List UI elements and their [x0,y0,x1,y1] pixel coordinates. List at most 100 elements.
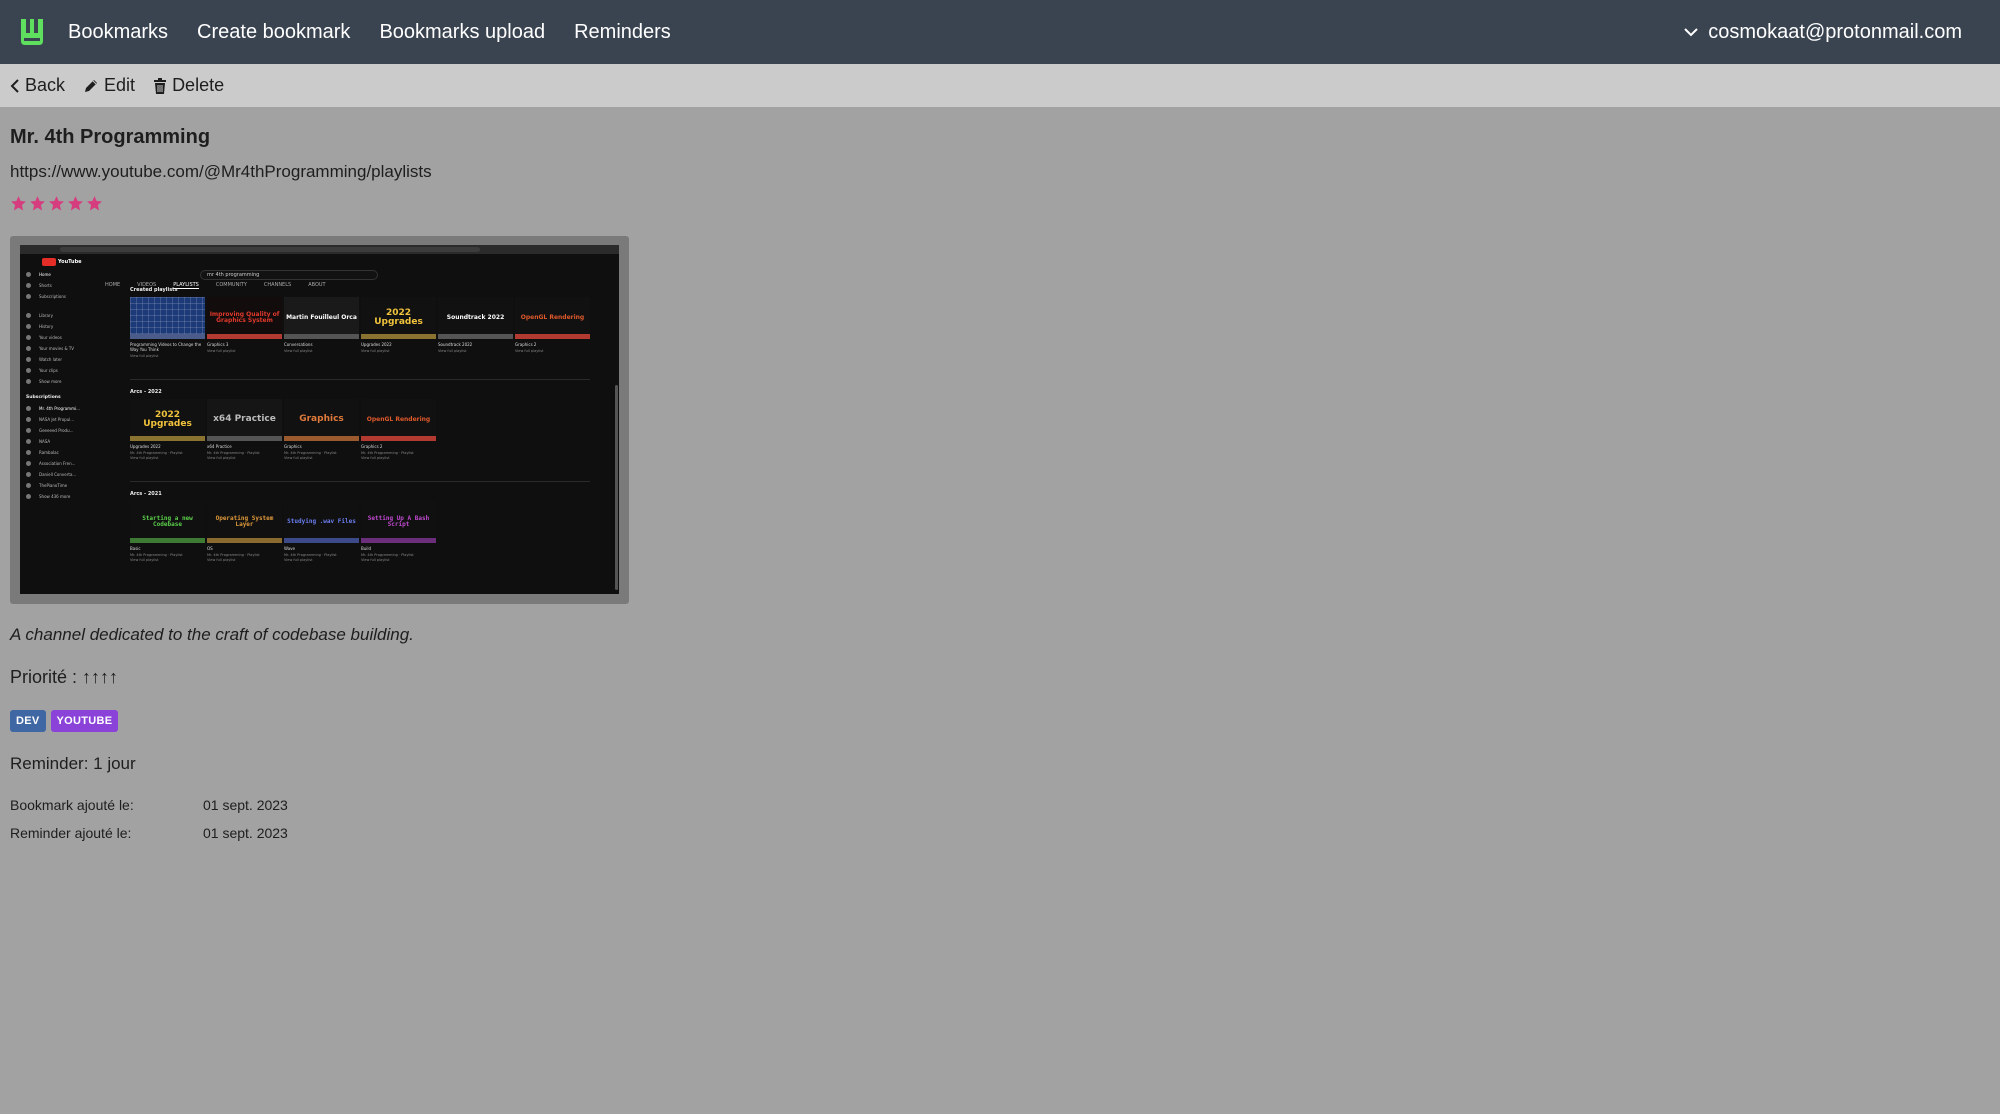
top-navbar: Bookmarks Create bookmark Bookmarks uplo… [0,0,2000,64]
yt-playlist-title: Graphics 2 [515,342,537,347]
yt-playlist-view-full: View full playlist [207,456,236,460]
nav-reminders[interactable]: Reminders [574,21,671,44]
yt-thumb-text: 2022 Upgrades [374,307,423,327]
yt-sidebar-item: Subscriptions [26,291,96,302]
yt-playlist-thumb: OpenGL Rendering [361,399,436,441]
star-icon [11,196,26,211]
yt-thumb-text: Martin Fouilleul Orca [286,313,357,321]
yt-sidebar-item: NASA Jet Propul... [26,414,96,425]
youtube-logo-text: YouTube [58,259,82,265]
yt-playlist-sub: View full playlist [130,354,159,358]
meta-key: Reminder ajouté le: [10,825,132,841]
screenshot-image: YouTube mr 4th programming HOME VIDEOS PLA… [20,245,619,594]
action-toolbar: Back Edit Delete [0,64,2000,107]
yt-playlist-view-full: View full playlist [284,456,313,460]
yt-thumb-text: Improving Quality of Graphics System [209,310,280,324]
yt-playlist-view-full: View full playlist [130,456,159,460]
bookmark-screenshot[interactable]: YouTube mr 4th programming HOME VIDEOS PLA… [10,236,629,604]
bookmark-url[interactable]: https://www.youtube.com/@Mr4thProgrammin… [10,162,432,182]
yt-playlist-thumb: x64 Practice [207,399,282,441]
yt-playlist-thumb: 2022 Upgrades [361,297,436,339]
star-icon [49,196,64,211]
yt-playlist-view-full: View full playlist [207,558,236,562]
yt-playlist-thumb: Studying .wav Files [284,501,359,543]
delete-label: Delete [172,75,225,95]
yt-sidebar-item: Home [26,269,96,280]
back-label: Back [25,75,66,95]
meta-reminder-added: Reminder ajouté le: 01 sept. 2023 [10,825,288,841]
yt-playlist-title: Build [361,546,372,551]
nav-bookmarks[interactable]: Bookmarks [68,21,168,44]
yt-playlist-sub: Mr. 4th Programming · Playlist [284,553,337,557]
edit-button[interactable]: Edit [83,75,135,96]
yt-thumb-text: Graphics [299,414,344,425]
yt-sidebar-item: Your clips [26,365,96,376]
yt-playlist-view-full: View full playlist [361,558,390,562]
yt-playlist-thumb: Martin Fouilleul Orca [284,297,359,339]
yt-divider [130,379,590,380]
yt-tab: COMMUNITY [215,282,247,288]
tag-dev[interactable]: DEV [10,710,46,732]
yt-thumb-text: 2022 Upgrades [143,409,192,429]
star-icon [87,196,102,211]
yt-playlist-sub: Mr. 4th Programming · Playlist [207,553,260,557]
yt-section-title: Created playlists [130,287,178,293]
yt-playlist-thumb: 2022 Upgrades [130,399,205,441]
yt-playlist-title: Upgrades 2022 [130,444,161,449]
yt-sidebar-item: Your videos [26,332,96,343]
yt-playlist-sub: Mr. 4th Programming · Playlist [361,553,414,557]
back-button[interactable]: Back [10,75,65,96]
yt-playlist-view-full: View full playlist [130,558,159,562]
yt-sidebar-item: Daniell Converta... [26,469,96,480]
user-email: cosmokaat@protonmail.com [1708,20,1962,43]
yt-playlist-view-full: View full playlist [361,456,390,460]
yt-playlist-view-full: View full playlist [284,558,313,562]
yt-playlist-thumb: Operating System Layer [207,501,282,543]
yt-playlist-sub: Mr. 4th Programming · Playlist [207,451,260,455]
yt-playlist-sub: Mr. 4th Programming · Playlist [130,553,183,557]
bookmark-description: A channel dedicated to the craft of code… [10,625,414,644]
tag-youtube[interactable]: YOUTUBE [50,710,119,732]
yt-playlist-thumb [130,297,205,339]
yt-playlist-title: Soundtrack 2022 [438,342,473,347]
yt-playlist-title: Basic [130,546,141,551]
yt-playlist-thumb: Starting a new Codebase [130,501,205,543]
app-logo-icon[interactable] [18,17,46,47]
yt-playlist-sub: View full playlist [515,349,544,353]
yt-sidebar-item: History [26,321,96,332]
yt-playlist-sub: View full playlist [438,349,467,353]
yt-playlist-title: x64 Practice [207,444,232,449]
browser-bar [20,245,619,254]
chevron-left-icon [10,78,19,93]
yt-search-text: mr 4th programming [207,272,260,278]
yt-scrollbar [615,385,618,590]
yt-thumb-text: Starting a new Codebase [142,514,193,528]
meta-bookmark-added: Bookmark ajouté le: 01 sept. 2023 [10,797,288,813]
yt-sidebar-item: Show 436 more [26,491,96,502]
priority-text: Priorité : ↑↑↑↑ [10,667,119,687]
star-icon [30,196,45,211]
yt-sidebar-item: Watch later [26,354,96,365]
user-menu[interactable]: cosmokaat@protonmail.com [1684,0,1962,64]
yt-thumb-text: x64 Practice [213,414,276,425]
yt-tab: CHANNELS [263,282,292,288]
yt-thumb-text: Studying .wav Files [287,517,356,525]
meta-value: 01 sept. 2023 [203,825,288,841]
yt-sidebar-item: Library [26,310,96,321]
yt-playlist-title: Conversations [284,342,313,347]
delete-button[interactable]: Delete [153,75,224,96]
yt-playlist-thumb: Setting Up A Bash Script [361,501,436,543]
yt-thumb-text: Operating System Layer [215,514,274,528]
reminder-text: Reminder: 1 jour [10,754,136,773]
meta-key: Bookmark ajouté le: [10,797,134,813]
yt-sidebar-item: Shorts [26,280,96,291]
nav-create-bookmark[interactable]: Create bookmark [197,21,350,44]
yt-playlist-thumb: Improving Quality of Graphics System [207,297,282,339]
nav-bookmarks-upload[interactable]: Bookmarks upload [379,21,545,44]
yt-thumb-text: Setting Up A Bash Script [367,514,430,528]
yt-playlist-thumb: Graphics [284,399,359,441]
yt-thumb-text: OpenGL Rendering [366,415,431,423]
rating-stars [10,195,105,212]
yt-sidebar-item: Geeeeed Produ... [26,425,96,436]
yt-playlist-sub: Mr. 4th Programming · Playlist [284,451,337,455]
